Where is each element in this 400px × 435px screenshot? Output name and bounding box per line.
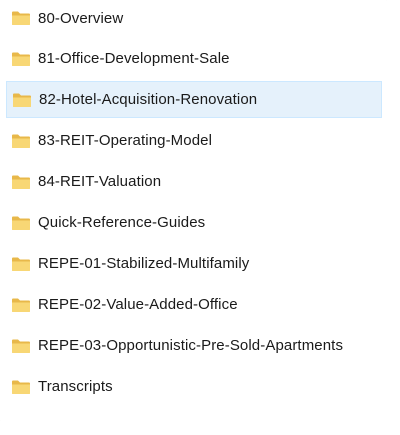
folder-label: Quick-Reference-Guides (38, 214, 206, 231)
folder-icon (12, 298, 30, 312)
file-list-panel: 80-Overview 81-Office-Development-Sale 8… (0, 0, 389, 424)
folder-icon (12, 339, 30, 353)
folder-icon (12, 380, 30, 394)
folder-list: 80-Overview 81-Office-Development-Sale 8… (6, 0, 382, 409)
folder-icon (12, 134, 30, 148)
folder-item-repe-03-opportunistic-pre-sold-apartments[interactable]: REPE-03-Opportunistic-Pre-Sold-Apartment… (6, 327, 382, 364)
folder-label: Transcripts (38, 378, 113, 395)
folder-label: 83-REIT-Operating-Model (38, 132, 213, 149)
folder-item-repe-01-stabilized-multifamily[interactable]: REPE-01-Stabilized-Multifamily (6, 245, 382, 282)
folder-icon (12, 175, 30, 189)
folder-icon (12, 11, 30, 25)
folder-icon (12, 52, 30, 66)
folder-item-81-office-development-sale[interactable]: 81-Office-Development-Sale (6, 40, 382, 77)
folder-label: 81-Office-Development-Sale (38, 50, 230, 67)
folder-item-quick-reference-guides[interactable]: Quick-Reference-Guides (6, 204, 382, 241)
folder-icon (13, 93, 31, 107)
folder-label: REPE-02-Value-Added-Office (38, 296, 238, 313)
folder-item-80-overview[interactable]: 80-Overview (6, 0, 382, 36)
folder-item-repe-02-value-added-office[interactable]: REPE-02-Value-Added-Office (6, 286, 382, 323)
folder-label: 82-Hotel-Acquisition-Renovation (39, 91, 258, 108)
folder-label: REPE-01-Stabilized-Multifamily (38, 255, 250, 272)
folder-icon (12, 216, 30, 230)
folder-label: REPE-03-Opportunistic-Pre-Sold-Apartment… (38, 337, 344, 354)
folder-label: 84-REIT-Valuation (38, 173, 162, 190)
folder-item-84-reit-valuation[interactable]: 84-REIT-Valuation (6, 163, 382, 200)
folder-item-83-reit-operating-model[interactable]: 83-REIT-Operating-Model (6, 122, 382, 159)
folder-label: 80-Overview (38, 9, 124, 27)
folder-icon (12, 257, 30, 271)
folder-item-82-hotel-acquisition-renovation[interactable]: 82-Hotel-Acquisition-Renovation (6, 81, 382, 118)
folder-item-transcripts[interactable]: Transcripts (6, 368, 382, 405)
